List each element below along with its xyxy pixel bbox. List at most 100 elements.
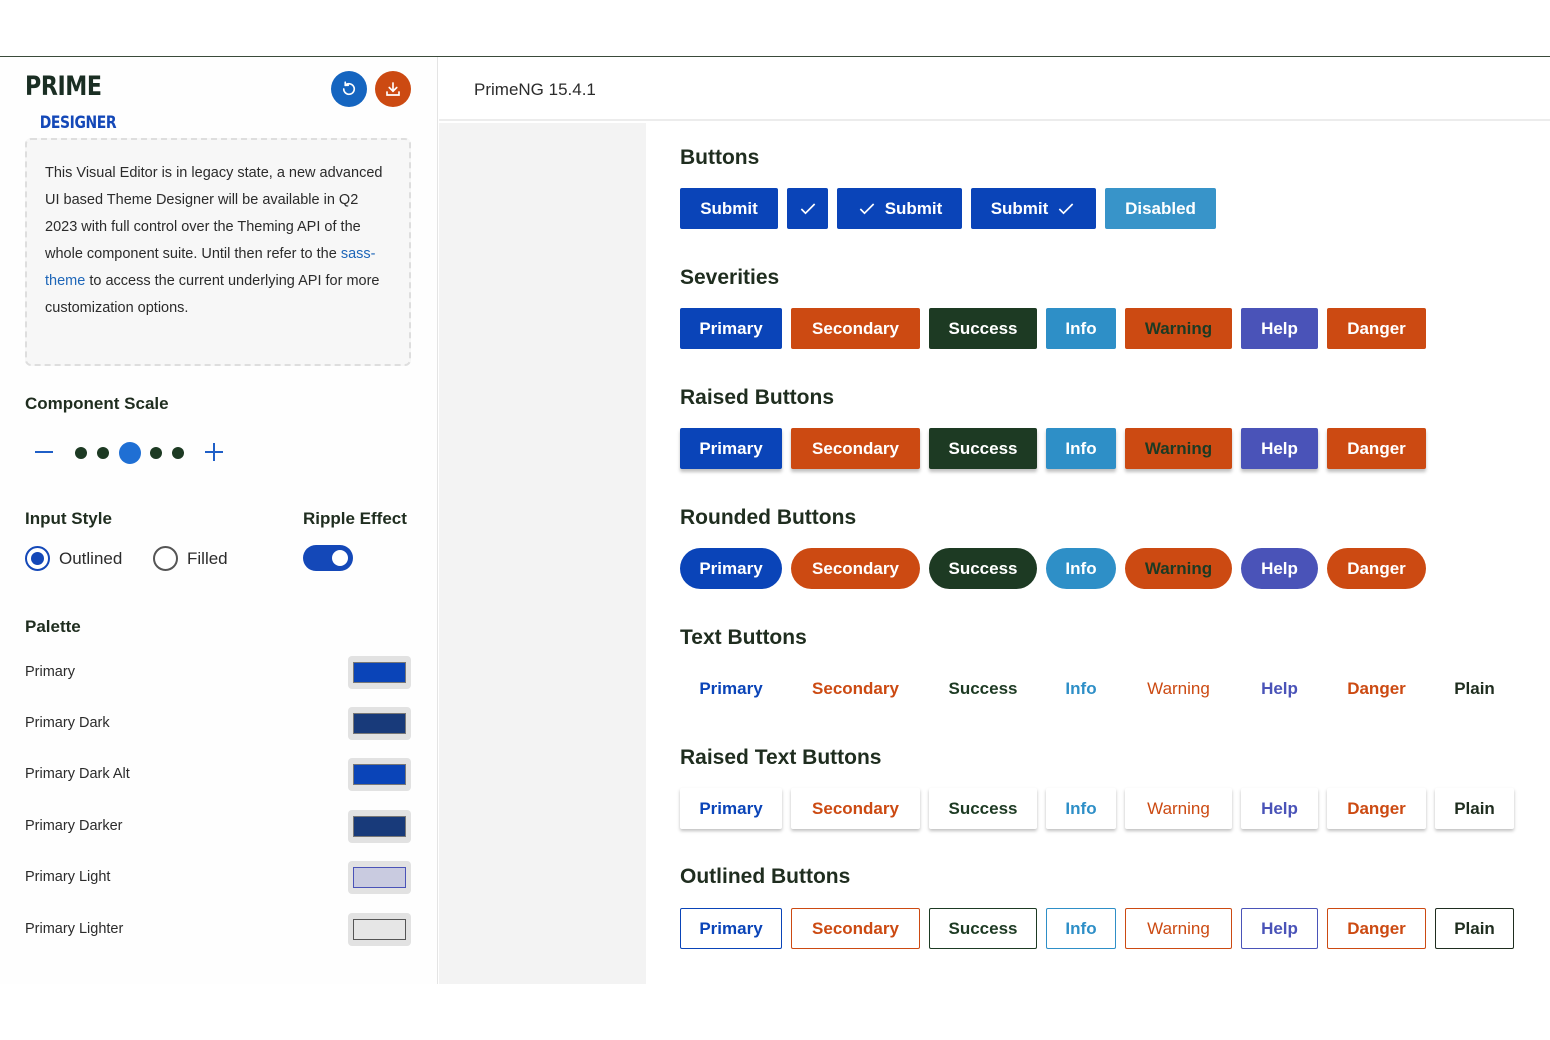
raised-text-success-button[interactable]: Success <box>929 788 1037 829</box>
content-gutter <box>439 123 646 984</box>
palette-label-primary-darker: Primary Darker <box>25 818 123 834</box>
palette-row-primary-dark: Primary Dark <box>25 705 411 741</box>
outlined-plain-button[interactable]: Plain <box>1435 908 1514 949</box>
scale-dot[interactable] <box>172 447 184 459</box>
component-scale <box>25 435 235 471</box>
text-plain-button[interactable]: Plain <box>1435 668 1514 709</box>
rounded-primary-button[interactable]: Primary <box>680 548 782 589</box>
help-button[interactable]: Help <box>1241 308 1318 349</box>
raised-text-primary-button[interactable]: Primary <box>680 788 782 829</box>
refresh-icon <box>342 81 356 96</box>
rounded-info-button[interactable]: Info <box>1046 548 1116 589</box>
color-swatch-primary-dark-alt[interactable] <box>348 757 411 791</box>
color-swatch-primary-dark[interactable] <box>348 706 411 740</box>
outlined-row: Primary Secondary Success Info Warning H… <box>680 908 1514 949</box>
raised-danger-button[interactable]: Danger <box>1327 428 1426 469</box>
outlined-warning-button[interactable]: Warning <box>1125 908 1232 949</box>
submit-icon-right-button[interactable]: Submit <box>971 188 1096 229</box>
rounded-warning-button[interactable]: Warning <box>1125 548 1232 589</box>
legacy-notice: This Visual Editor is in legacy state, a… <box>25 138 411 366</box>
section-title-text: Text Buttons <box>680 626 807 649</box>
section-title-raised: Raised Buttons <box>680 386 835 409</box>
color-swatch-primary[interactable] <box>348 655 411 689</box>
section-title-rounded: Rounded Buttons <box>680 506 857 529</box>
text-danger-button[interactable]: Danger <box>1327 668 1426 709</box>
check-icon <box>859 202 874 214</box>
scale-decrease-icon[interactable] <box>35 451 53 453</box>
radio-outlined[interactable]: Outlined <box>25 546 122 571</box>
outlined-info-button[interactable]: Info <box>1046 908 1116 949</box>
raised-success-button[interactable]: Success <box>929 428 1037 469</box>
palette-row-primary-dark-alt: Primary Dark Alt <box>25 756 411 792</box>
info-button[interactable]: Info <box>1046 308 1116 349</box>
palette-row-primary-light: Primary Light <box>25 859 411 895</box>
submit-button[interactable]: Submit <box>680 188 778 229</box>
raised-text-plain-button[interactable]: Plain <box>1435 788 1514 829</box>
raised-text-warning-button[interactable]: Warning <box>1125 788 1232 829</box>
primary-button[interactable]: Primary <box>680 308 782 349</box>
component-scale-label: Component Scale <box>25 394 169 413</box>
outlined-help-button[interactable]: Help <box>1241 908 1318 949</box>
outlined-success-button[interactable]: Success <box>929 908 1037 949</box>
scale-dot[interactable] <box>150 447 162 459</box>
secondary-button[interactable]: Secondary <box>791 308 920 349</box>
download-icon <box>386 82 400 96</box>
raised-text-danger-button[interactable]: Danger <box>1327 788 1426 829</box>
radio-filled-label: Filled <box>187 548 228 568</box>
disabled-button: Disabled <box>1105 188 1216 229</box>
scale-dot[interactable] <box>75 447 87 459</box>
color-swatch-primary-lighter[interactable] <box>348 912 411 946</box>
raised-info-button[interactable]: Info <box>1046 428 1116 469</box>
text-help-button[interactable]: Help <box>1241 668 1318 709</box>
scale-increase-icon[interactable] <box>205 443 223 461</box>
palette-row-primary-lighter: Primary Lighter <box>25 911 411 947</box>
raised-primary-button[interactable]: Primary <box>680 428 782 469</box>
raised-help-button[interactable]: Help <box>1241 428 1318 469</box>
scale-dot-active[interactable] <box>119 442 141 464</box>
text-secondary-button[interactable]: Secondary <box>791 668 920 709</box>
refresh-button[interactable] <box>331 71 367 107</box>
rounded-secondary-button[interactable]: Secondary <box>791 548 920 589</box>
color-swatch-primary-darker[interactable] <box>348 809 411 843</box>
check-icon <box>800 202 815 214</box>
disabled-label: Disabled <box>1125 198 1196 218</box>
text-primary-button[interactable]: Primary <box>680 668 782 709</box>
outlined-secondary-button[interactable]: Secondary <box>791 908 920 949</box>
severities-row: Primary Secondary Success Info Warning H… <box>680 308 1426 349</box>
radio-filled-circle[interactable] <box>153 546 178 571</box>
check-icon-button[interactable] <box>787 188 828 229</box>
submit-label: Submit <box>700 198 758 218</box>
text-success-button[interactable]: Success <box>929 668 1037 709</box>
scale-dot[interactable] <box>97 447 109 459</box>
download-button[interactable] <box>375 71 411 107</box>
outlined-primary-button[interactable]: Primary <box>680 908 782 949</box>
logo-part1: PRIME <box>25 71 102 102</box>
rounded-success-button[interactable]: Success <box>929 548 1037 589</box>
danger-button[interactable]: Danger <box>1327 308 1426 349</box>
outlined-danger-button[interactable]: Danger <box>1327 908 1426 949</box>
check-icon <box>1059 202 1074 214</box>
raised-warning-button[interactable]: Warning <box>1125 428 1232 469</box>
raised-text-secondary-button[interactable]: Secondary <box>791 788 920 829</box>
top-header: PrimeNG 15.4.1 <box>439 57 1550 121</box>
color-swatch-primary-light[interactable] <box>348 860 411 894</box>
rounded-help-button[interactable]: Help <box>1241 548 1318 589</box>
radio-outlined-circle[interactable] <box>25 546 50 571</box>
palette-row-primary-darker: Primary Darker <box>25 808 411 844</box>
rounded-danger-button[interactable]: Danger <box>1327 548 1426 589</box>
ripple-toggle[interactable] <box>303 545 353 571</box>
section-title-outlined: Outlined Buttons <box>680 865 851 888</box>
palette-row-primary: Primary <box>25 654 411 690</box>
raised-text-help-button[interactable]: Help <box>1241 788 1318 829</box>
submit-icon-left-button[interactable]: Submit <box>837 188 962 229</box>
section-title-raised-text: Raised Text Buttons <box>680 746 882 769</box>
success-button[interactable]: Success <box>929 308 1037 349</box>
text-warning-button[interactable]: Warning <box>1125 668 1232 709</box>
raised-secondary-button[interactable]: Secondary <box>791 428 920 469</box>
raised-text-info-button[interactable]: Info <box>1046 788 1116 829</box>
warning-button[interactable]: Warning <box>1125 308 1232 349</box>
submit-label: Submit <box>990 198 1049 218</box>
section-title-buttons: Buttons <box>680 146 760 169</box>
radio-filled[interactable]: Filled <box>153 546 228 571</box>
text-info-button[interactable]: Info <box>1046 668 1116 709</box>
